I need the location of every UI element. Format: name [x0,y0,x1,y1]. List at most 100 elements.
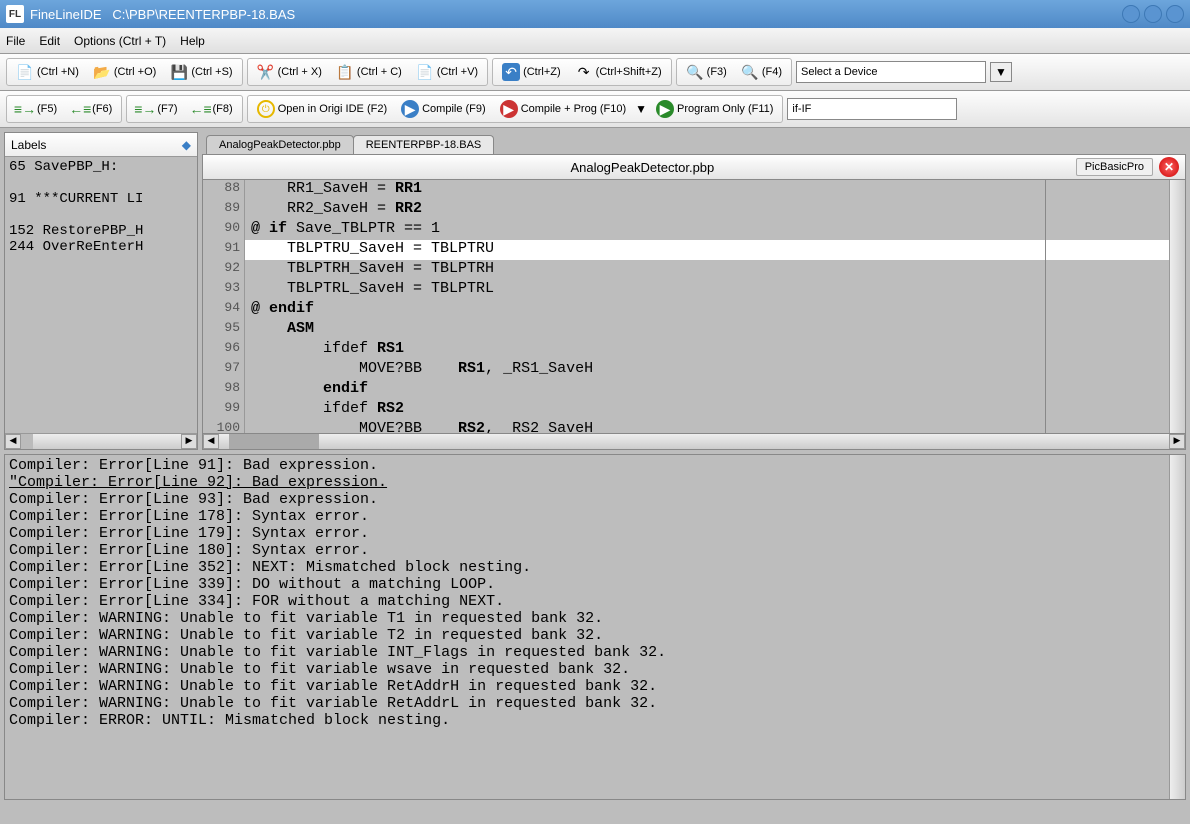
line-number: 93 [203,280,240,300]
code-line[interactable]: @ if Save_TBLPTR == 1 [245,220,1169,240]
editor-vscroll[interactable] [1169,180,1185,433]
line-number: 94 [203,300,240,320]
titlebar[interactable]: FL FineLineIDE C:\PBP\REENTERPBP-18.BAS [0,0,1190,28]
editor-hscroll[interactable]: ◀ ▶ [202,434,1186,450]
code-line[interactable]: ifdef RS1 [245,340,1169,360]
cut-button[interactable]: ✂️(Ctrl + X) [252,61,327,83]
code-line[interactable]: @ endif [245,300,1169,320]
output-console[interactable]: Compiler: Error[Line 91]: Bad expression… [4,454,1186,800]
console-line[interactable]: "Compiler: Error[Line 92]: Bad expressio… [9,474,1181,491]
scroll-left-icon[interactable]: ◀ [203,434,219,449]
menu-file[interactable]: File [6,34,25,48]
console-line[interactable]: Compiler: WARNING: Unable to fit variabl… [9,661,1181,678]
console-line[interactable]: Compiler: Error[Line 178]: Syntax error. [9,508,1181,525]
indent-right-f6-button[interactable]: ←≡(F6) [66,98,117,120]
if-input[interactable] [787,98,957,120]
power-icon: ⏻ [257,100,275,118]
sidebar-label-entry[interactable]: 152 RestorePBP_H [9,223,193,239]
find-next-button[interactable]: 🔍(F4) [736,61,787,83]
maximize-button[interactable] [1144,5,1162,23]
redo-button[interactable]: ↷(Ctrl+Shift+Z) [570,61,667,83]
sidebar-header[interactable]: Labels ◆ [5,133,197,157]
copy-button[interactable]: 📋(Ctrl + C) [331,61,407,83]
sidebar-dropdown-icon[interactable]: ◆ [182,138,191,152]
code-line[interactable]: MOVE?BB RS1, _RS1_SaveH [245,360,1169,380]
line-gutter: 888990919293949596979899100 [203,180,245,433]
console-line[interactable]: Compiler: Error[Line 93]: Bad expression… [9,491,1181,508]
dropdown-icon[interactable]: ▼ [635,102,647,116]
console-line[interactable]: Compiler: WARNING: Unable to fit variabl… [9,678,1181,695]
f8-button[interactable]: ←≡(F8) [187,98,238,120]
scroll-right-icon[interactable]: ▶ [1169,434,1185,449]
console-line[interactable]: Compiler: WARNING: Unable to fit variabl… [9,644,1181,661]
console-vscroll[interactable] [1169,455,1185,799]
console-line[interactable]: Compiler: Error[Line 334]: FOR without a… [9,593,1181,610]
code-line[interactable]: endif [245,380,1169,400]
open-orig-ide-button[interactable]: ⏻Open in Origi IDE (F2) [252,98,392,120]
undo-button[interactable]: ↶(Ctrl+Z) [497,61,566,83]
sidebar-hscroll[interactable]: ◀ ▶ [5,433,197,449]
undo-icon: ↶ [502,63,520,81]
line-number: 91 [203,240,240,260]
code-area[interactable]: RR1_SaveH = RR1 RR2_SaveH = RR2@ if Save… [245,180,1169,433]
sidebar-label-entry[interactable]: 244 OverReEnterH [9,239,193,255]
code-line[interactable]: TBLPTRU_SaveH = TBLPTRU [245,240,1169,260]
indent-left-f5-button[interactable]: ≡→(F5) [11,98,62,120]
sidebar-label-entry[interactable]: 65 SavePBP_H: [9,159,193,175]
console-line[interactable]: Compiler: Error[Line 180]: Syntax error. [9,542,1181,559]
paste-icon: 📄 [416,63,434,81]
device-select[interactable] [796,61,986,83]
code-line[interactable]: RR2_SaveH = RR2 [245,200,1169,220]
toolbar-row-1: 📄(Ctrl +N) 📂(Ctrl +O) 💾(Ctrl +S) ✂️(Ctrl… [0,54,1190,91]
code-line[interactable]: RR1_SaveH = RR1 [245,180,1169,200]
minimize-button[interactable] [1122,5,1140,23]
new-file-button[interactable]: 📄(Ctrl +N) [11,61,84,83]
console-line[interactable]: Compiler: WARNING: Unable to fit variabl… [9,627,1181,644]
compile-prog-button[interactable]: ▶Compile + Prog (F10) [495,98,631,120]
code-line[interactable]: MOVE?BB RS2, RS2 SaveH [245,420,1169,433]
tab-bar: AnalogPeakDetector.pbpREENTERPBP-18.BAS [202,132,1186,154]
editor-close-button[interactable]: ✕ [1159,157,1179,177]
scroll-thumb[interactable] [229,434,319,449]
vertical-ruler [1045,180,1046,433]
menu-options[interactable]: Options (Ctrl + T) [74,34,166,48]
scroll-thumb[interactable] [21,434,33,449]
code-line[interactable]: ifdef RS2 [245,400,1169,420]
console-line[interactable]: Compiler: WARNING: Unable to fit variabl… [9,695,1181,712]
scroll-left-icon[interactable]: ◀ [5,434,21,449]
code-line[interactable]: ASM [245,320,1169,340]
language-badge[interactable]: PicBasicPro [1076,158,1153,176]
search-icon: 🔍 [686,63,704,81]
new-file-icon: 📄 [16,63,34,81]
device-dropdown-icon[interactable]: ▼ [990,62,1012,82]
play-green-icon: ▶ [656,100,674,118]
sidebar-title: Labels [11,138,46,152]
code-line[interactable]: TBLPTRH_SaveH = TBLPTRH [245,260,1169,280]
console-line[interactable]: Compiler: Error[Line 179]: Syntax error. [9,525,1181,542]
console-line[interactable]: Compiler: Error[Line 352]: NEXT: Mismatc… [9,559,1181,576]
editor-tab[interactable]: REENTERPBP-18.BAS [353,135,495,154]
code-line[interactable]: TBLPTRL_SaveH = TBLPTRL [245,280,1169,300]
close-window-button[interactable] [1166,5,1184,23]
save-file-button[interactable]: 💾(Ctrl +S) [165,61,237,83]
line-number: 95 [203,320,240,340]
line-number: 97 [203,360,240,380]
scroll-right-icon[interactable]: ▶ [181,434,197,449]
program-only-button[interactable]: ▶Program Only (F11) [651,98,778,120]
paste-button[interactable]: 📄(Ctrl +V) [411,61,483,83]
sidebar-label-entry[interactable] [9,207,193,223]
menu-edit[interactable]: Edit [39,34,60,48]
compile-button[interactable]: ▶Compile (F9) [396,98,491,120]
console-line[interactable]: Compiler: WARNING: Unable to fit variabl… [9,610,1181,627]
menu-help[interactable]: Help [180,34,205,48]
sidebar-label-entry[interactable]: 91 ***CURRENT LI [9,191,193,207]
console-line[interactable]: Compiler: Error[Line 91]: Bad expression… [9,457,1181,474]
console-line[interactable]: Compiler: Error[Line 339]: DO without a … [9,576,1181,593]
editor-tab[interactable]: AnalogPeakDetector.pbp [206,135,354,154]
find-button[interactable]: 🔍(F3) [681,61,732,83]
sidebar-label-entry[interactable] [9,175,193,191]
console-line[interactable]: Compiler: ERROR: UNTIL: Mismatched block… [9,712,1181,729]
open-file-button[interactable]: 📂(Ctrl +O) [88,61,161,83]
editor-area: AnalogPeakDetector.pbpREENTERPBP-18.BAS … [202,132,1186,450]
f7-button[interactable]: ≡→(F7) [131,98,182,120]
